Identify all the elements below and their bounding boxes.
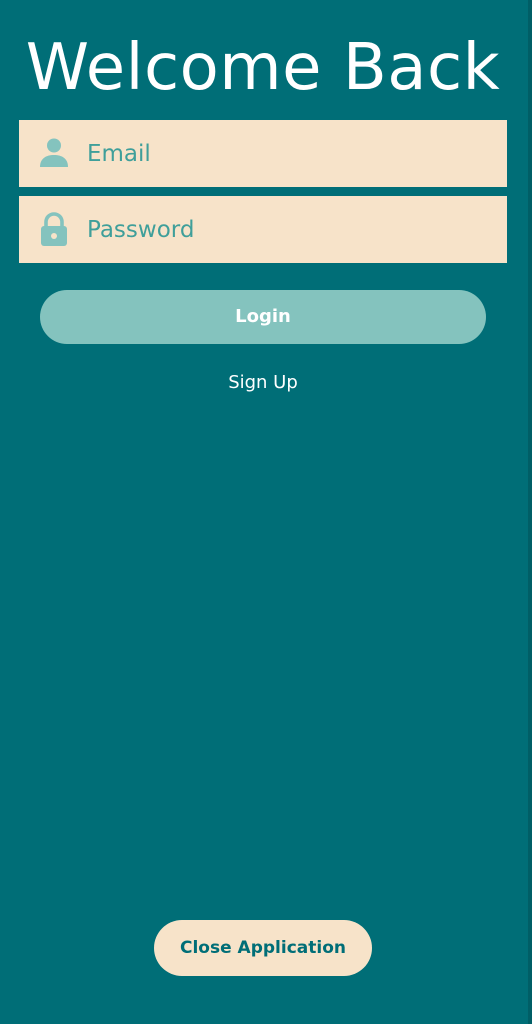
email-input[interactable] — [87, 120, 487, 187]
sign-up-link[interactable]: Sign Up — [0, 368, 526, 398]
password-input[interactable] — [87, 196, 487, 263]
login-button[interactable]: Login — [40, 290, 486, 344]
screen-right-edge — [528, 0, 532, 1024]
page-title: Welcome Back — [25, 31, 501, 105]
password-field-container[interactable] — [19, 196, 507, 263]
email-field-container[interactable] — [19, 120, 507, 187]
person-icon — [37, 136, 71, 170]
close-application-button[interactable]: Close Application — [154, 920, 372, 976]
lock-icon — [37, 212, 71, 246]
